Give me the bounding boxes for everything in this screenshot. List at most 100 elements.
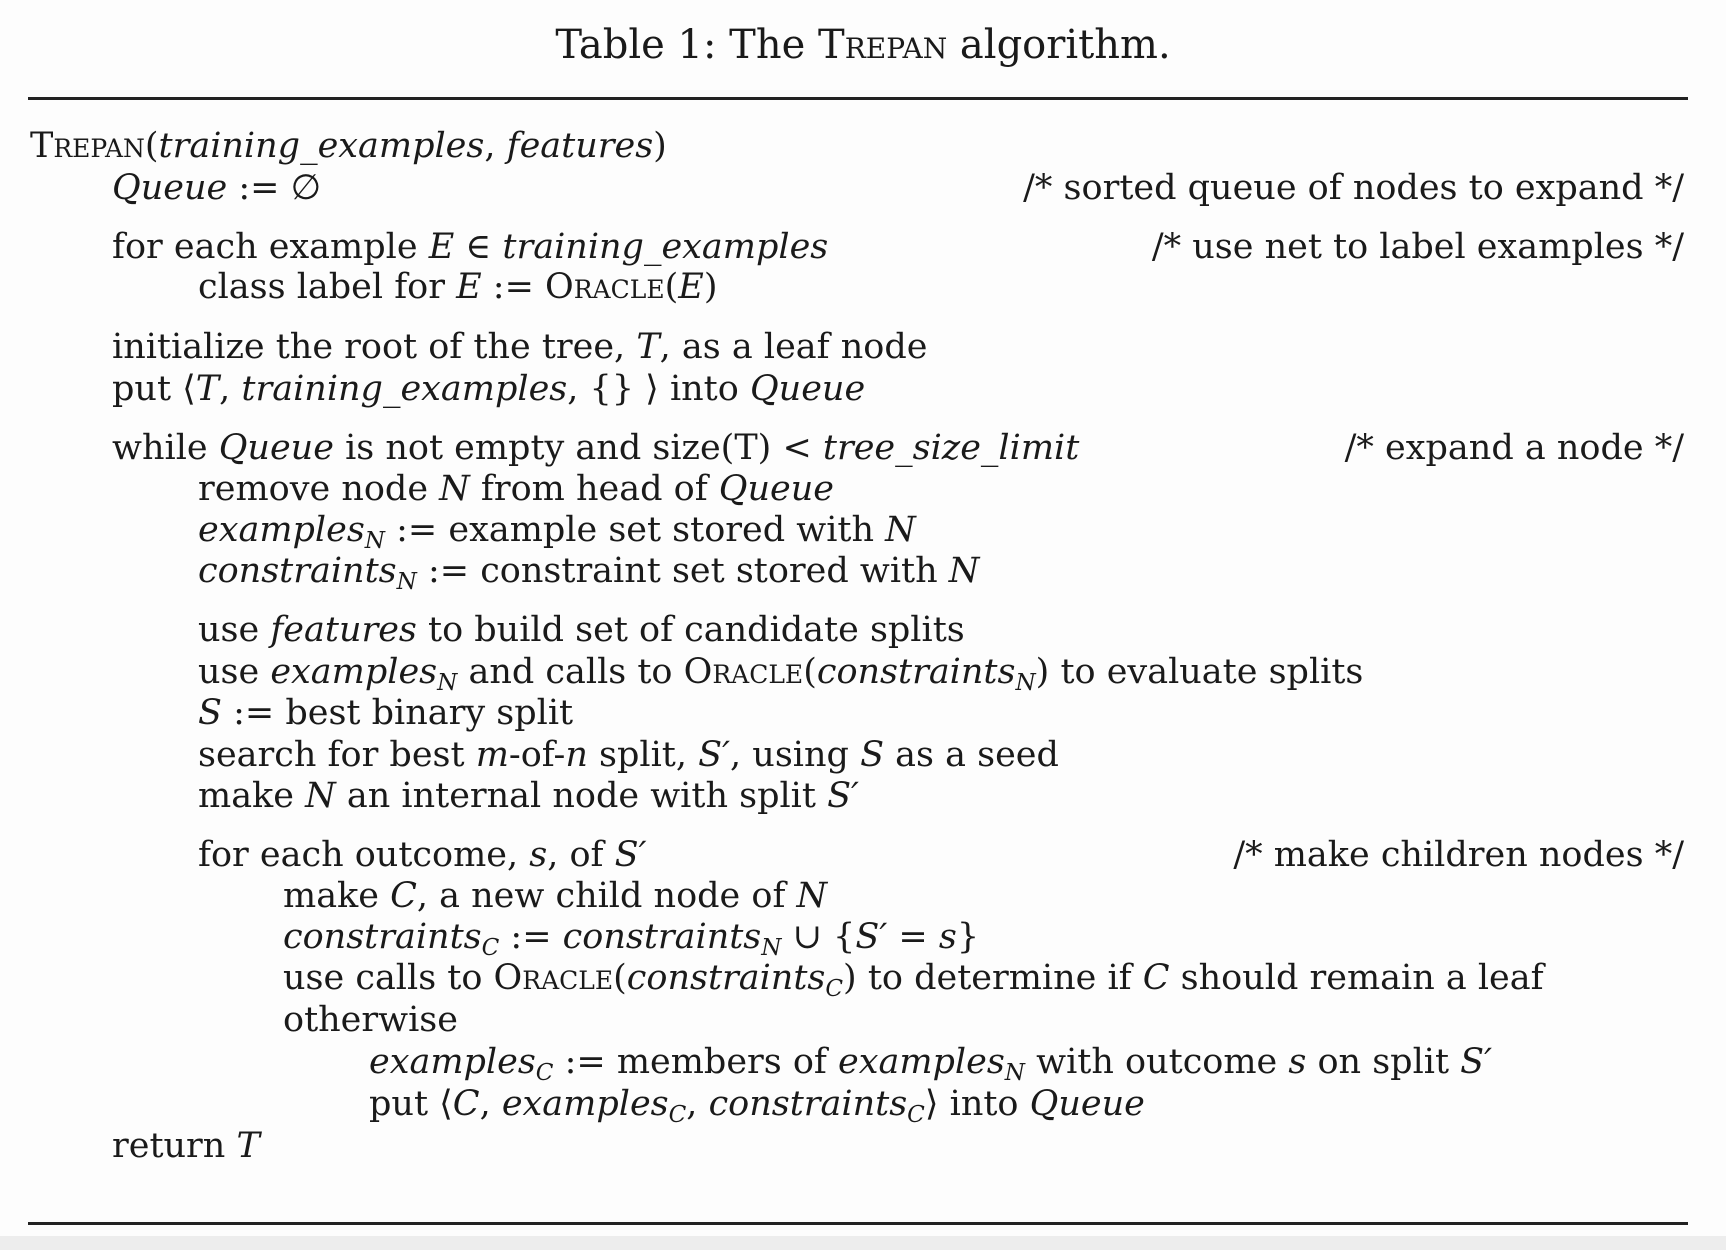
algorithm-line: otherwise (0, 998, 1684, 1042)
code-fragment: , (479, 1084, 502, 1124)
code-fragment: use (198, 652, 271, 692)
math-symbol: Queue (112, 168, 228, 208)
math-symbol: C (452, 1084, 480, 1124)
algorithm-line: examplesN := example set stored with N (0, 508, 1684, 552)
code-fragment: , a new child node of (416, 876, 797, 916)
code-fragment: class label for (198, 267, 457, 307)
code-fragment: } (956, 917, 980, 957)
code-fragment: make (283, 876, 391, 916)
caption-algorithm-name: Trepan (818, 22, 948, 68)
code-fragment: , (484, 126, 507, 166)
math-symbol: S (860, 735, 885, 775)
math-symbol: C (1142, 958, 1170, 998)
math-symbol: features (506, 126, 654, 166)
code-fragment: use (198, 610, 271, 650)
code-fragment: := constraint set stored with (416, 551, 949, 591)
code-fragment: := (499, 917, 563, 957)
code-fragment: := ∅ (227, 168, 322, 208)
math-symbol: Queue (1029, 1084, 1145, 1124)
code-fragment: return (112, 1126, 237, 1166)
math-symbol: s (938, 917, 957, 957)
procedure-name: Oracle (493, 958, 614, 998)
math-symbol: C (390, 876, 417, 916)
code-text: Trepan(training_examples, features) (30, 124, 667, 168)
algorithm-line: remove node N from head of Queue (0, 467, 1684, 511)
algorithm-line: use calls to Oracle(constraints C) to det… (0, 956, 1684, 1000)
code-fragment: ( (613, 958, 627, 998)
math-symbol: s (1288, 1042, 1307, 1082)
document-page: Table 1: The Trepan algorithm. Trepan(tr… (0, 0, 1726, 1250)
code-fragment: ) (703, 267, 718, 307)
math-symbol: constraints (283, 917, 482, 957)
code-text: use features to build set of candidate s… (198, 608, 965, 652)
math-symbol: S′ (614, 835, 647, 875)
code-fragment: put ⟨ (369, 1084, 453, 1124)
algorithm-line: S := best binary split (0, 691, 1684, 735)
code-comment: /* use net to label examples */ (1151, 227, 1684, 267)
math-symbol: examples (270, 652, 438, 692)
math-symbol: T (636, 327, 660, 367)
algorithm-line: while Queue is not empty and size(T) < t… (0, 426, 1684, 470)
math-symbol: Queue (718, 469, 834, 509)
code-fragment: is not empty and size(T) < (333, 428, 823, 468)
algorithm-line: initialize the root of the tree, T, as a… (0, 325, 1684, 369)
code-fragment: should remain a leaf (1169, 958, 1544, 998)
algorithm-line: class label for E := Oracle(E) (0, 265, 1684, 309)
code-fragment: ( (803, 652, 817, 692)
page-edge-strip (0, 1236, 1726, 1250)
math-symbol: S′ (1460, 1042, 1493, 1082)
math-symbol: S (198, 693, 222, 733)
subscript: N (396, 568, 417, 595)
code-text: search for best m-of-n split, S′, using … (198, 733, 1059, 777)
code-text: make N an internal node with split S′ (198, 774, 859, 818)
code-comment: /* sorted queue of nodes to expand */ (1023, 168, 1684, 208)
code-text: constraintsC := constraintsN ∪ {S′ = s} (283, 915, 979, 959)
algorithm-line: make N an internal node with split S′ (0, 774, 1684, 818)
math-symbol: N (948, 551, 980, 591)
math-symbol: s (529, 835, 548, 875)
math-symbol: examples (501, 1084, 669, 1124)
math-symbol: T (236, 1126, 260, 1166)
code-text: for each example E ∈ training_examples (112, 225, 828, 269)
math-symbol: training_examples (241, 369, 568, 409)
code-fragment: ) to determine if (843, 958, 1143, 998)
code-fragment: ⟩ into (924, 1084, 1030, 1124)
code-fragment: ) (653, 126, 667, 166)
math-symbol: N (305, 776, 336, 816)
algorithm-line: put ⟨T, training_examples, {} ⟩ into Que… (0, 367, 1684, 411)
code-fragment: use calls to (283, 958, 494, 998)
math-symbol: constraints (626, 958, 826, 998)
code-text: remove node N from head of Queue (198, 467, 834, 511)
code-fragment: make (198, 776, 306, 816)
code-fragment: for each example (112, 227, 429, 267)
math-symbol: training_examples (502, 227, 829, 267)
code-fragment: an internal node with split (335, 776, 828, 816)
code-text: examplesN := example set stored with N (198, 508, 916, 552)
code-text: use examplesN and calls to Oracle(constr… (198, 650, 1363, 694)
code-fragment: with outcome (1025, 1042, 1289, 1082)
code-fragment: := example set stored with (385, 510, 886, 550)
math-symbol: examples (369, 1042, 536, 1082)
code-fragment: := best binary split (221, 693, 574, 733)
math-symbol: features (270, 610, 417, 650)
algorithm-line: constraintsN := constraint set stored wi… (0, 549, 1684, 593)
math-symbol: training_examples (158, 126, 485, 166)
top-rule (28, 97, 1688, 100)
code-text: Queue := ∅ (112, 166, 321, 210)
caption-label: Table 1: The Trepan algorithm. (555, 22, 1171, 68)
math-symbol: S′ (855, 917, 888, 957)
code-text: make C, a new child node of N (283, 874, 827, 918)
math-symbol: constraints (198, 551, 397, 591)
code-fragment: , {} ⟩ into (567, 369, 750, 409)
algorithm-line: use features to build set of candidate s… (0, 608, 1684, 652)
code-text: S := best binary split (198, 691, 573, 735)
code-text: otherwise (283, 998, 458, 1042)
code-text: constraintsN := constraint set stored wi… (198, 549, 979, 593)
bottom-rule (28, 1222, 1688, 1225)
algorithm-line: examplesC := members of examplesN with o… (0, 1040, 1684, 1084)
code-fragment: to build set of candidate splits (416, 610, 965, 650)
algorithm-line: make C, a new child node of N (0, 874, 1684, 918)
code-text: initialize the root of the tree, T, as a… (112, 325, 927, 369)
math-symbol: N (796, 876, 828, 916)
math-symbol: examples (198, 510, 365, 550)
